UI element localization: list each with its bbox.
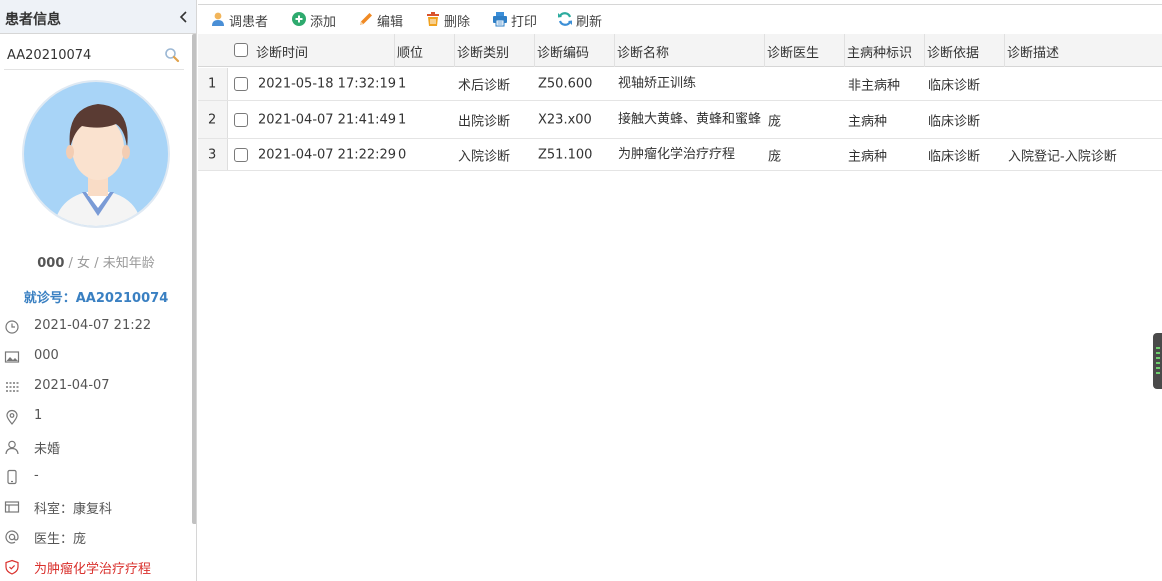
phone-icon [7, 469, 17, 485]
calendar-grid-icon [6, 382, 19, 392]
table-row[interactable]: 1 2021-05-18 17:32:19 1 术后诊断 Z50.600 视轴矫… [198, 68, 1162, 101]
column-header-type[interactable]: 诊断类别 [454, 34, 534, 67]
info-location: 1 [4, 407, 190, 427]
column-header-time[interactable]: 诊断时间 [254, 34, 394, 67]
pencil-icon [360, 13, 372, 25]
print-button[interactable]: 打印 [492, 10, 542, 30]
shield-icon [5, 559, 19, 575]
patient-summary: 000 / 女 / 未知年龄 [0, 252, 192, 271]
table-row[interactable]: 2 2021-04-07 21:41:49 1 出院诊断 X23.x00 接触大… [198, 101, 1162, 139]
row-number: 1 [198, 68, 228, 100]
visit-number: 就诊号：AA20210074 [23, 291, 169, 306]
patient-panel-header: 患者信息 [0, 0, 196, 34]
user-icon [5, 440, 19, 455]
photo-value: 000 [34, 348, 59, 363]
refresh-label: 刷新 [576, 15, 603, 30]
select-patient-button[interactable]: 调患者 [210, 10, 272, 30]
row-checkbox-cell [228, 101, 254, 138]
patient-id: 000 [37, 256, 65, 271]
patient-separator: / [64, 256, 78, 271]
add-button[interactable]: 添加 [291, 10, 341, 30]
info-diagnosis: 为肿瘤化学治疗疗程 [4, 557, 190, 577]
location-value: 1 [34, 408, 43, 423]
location-pin-icon [6, 409, 18, 425]
department-icon [4, 501, 20, 513]
at-icon [5, 530, 19, 544]
info-phone: - [4, 467, 190, 487]
row-number: 3 [198, 139, 228, 170]
app-window: 患者信息 000 / 女 [0, 0, 1162, 581]
add-icon [292, 12, 306, 26]
admit-time-value: 2021-04-07 21:22 [34, 318, 152, 333]
column-header-basis[interactable]: 诊断依据 [924, 34, 1004, 67]
patient-separator: / [90, 256, 103, 271]
image-icon [4, 351, 20, 363]
column-header-doctor[interactable]: 诊断医生 [764, 34, 844, 67]
trash-icon [427, 12, 439, 26]
search-icon[interactable] [164, 47, 180, 63]
department-value: 科室：康复科 [34, 502, 113, 517]
select-patient-label: 调患者 [229, 15, 269, 30]
info-marital: 未婚 [4, 437, 190, 457]
diagnosis-panel: 调患者 添加 编辑 删除 打印 刷新 诊断时间 顺位 诊断类别 诊断编码 诊断名… [198, 0, 1162, 581]
refresh-icon [558, 12, 572, 26]
column-header-description[interactable]: 诊断描述 [1004, 34, 1162, 67]
info-doctor: 医生：庞 [4, 527, 190, 547]
delete-button[interactable]: 删除 [425, 10, 475, 30]
toolbar: 调患者 添加 编辑 删除 打印 刷新 [198, 4, 1162, 32]
row-number: 2 [198, 101, 228, 138]
edit-label: 编辑 [377, 15, 404, 30]
avatar [22, 80, 170, 228]
patient-gender: 女 [77, 256, 91, 271]
row-checkbox[interactable] [234, 112, 248, 127]
edit-button[interactable]: 编辑 [358, 10, 408, 30]
info-photo: 000 [4, 347, 190, 367]
marital-value: 未婚 [34, 442, 61, 457]
patient-panel-scrollbar[interactable] [192, 34, 196, 524]
row-checkbox[interactable] [234, 77, 248, 91]
clock-icon [5, 320, 19, 334]
patient-info-panel: 患者信息 000 / 女 [0, 0, 197, 581]
delete-label: 删除 [444, 15, 471, 30]
diagnosis-value: 为肿瘤化学治疗疗程 [34, 562, 152, 577]
chevron-left-icon[interactable] [177, 9, 191, 25]
user-icon [212, 12, 224, 26]
table-header: 诊断时间 顺位 诊断类别 诊断编码 诊断名称 诊断医生 主病种标识 诊断依据 诊… [198, 34, 1162, 67]
avatar-illustration [54, 104, 142, 226]
table-row[interactable]: 3 2021-04-07 21:22:29 0 入院诊断 Z51.100 为肿瘤… [198, 139, 1162, 171]
info-admit-time: 2021-04-07 21:22 [4, 317, 190, 337]
row-checkbox-cell [228, 139, 254, 170]
select-all-checkbox[interactable] [234, 43, 248, 57]
printer-icon [493, 12, 507, 27]
print-label: 打印 [511, 15, 538, 30]
info-department: 科室：康复科 [4, 497, 190, 517]
refresh-button[interactable]: 刷新 [557, 10, 609, 30]
side-drawer-handle[interactable] [1153, 333, 1162, 389]
patient-panel-title: 患者信息 [5, 12, 61, 28]
column-header-code[interactable]: 诊断编码 [534, 34, 614, 67]
column-header-main-flag[interactable]: 主病种标识 [844, 34, 924, 67]
row-checkbox[interactable] [234, 147, 248, 162]
row-checkbox-cell [228, 68, 254, 100]
patient-search [4, 42, 184, 70]
phone-value: - [34, 468, 39, 483]
patient-age: 未知年龄 [102, 256, 155, 271]
add-label: 添加 [310, 15, 337, 30]
patient-search-input[interactable] [4, 42, 154, 68]
column-header-name[interactable]: 诊断名称 [614, 34, 764, 67]
info-date: 2021-04-07 [4, 377, 190, 397]
date-value: 2021-04-07 [34, 378, 110, 393]
column-header-order[interactable]: 顺位 [394, 34, 454, 67]
doctor-value: 医生：庞 [34, 532, 87, 547]
